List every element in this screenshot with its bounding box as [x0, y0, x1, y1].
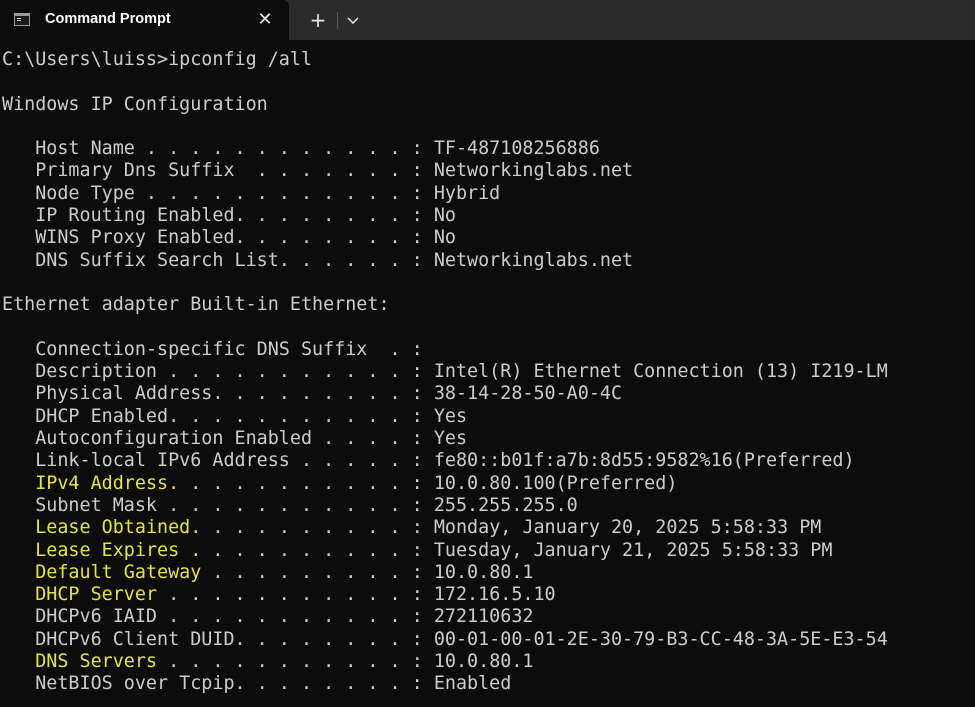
terminal-line: Autoconfiguration Enabled . . . . : Yes — [2, 428, 975, 450]
field-value: : Intel(R) Ethernet Connection (13) I219… — [411, 361, 888, 383]
terminal-line: DHCPv6 Client DUID. . . . . . . . : 00-0… — [2, 629, 975, 651]
field-value: : Tuesday, January 21, 2025 5:58:33 PM — [411, 539, 833, 561]
terminal-text: Ethernet adapter Built-in Ethernet: — [2, 294, 390, 316]
field-value: : 272110632 — [411, 606, 534, 628]
field-value: : — [411, 338, 423, 360]
field-value: : Networkinglabs.net — [411, 249, 634, 271]
close-icon[interactable]: ✕ — [251, 6, 279, 34]
terminal-line: Lease Expires . . . . . . . . . . : Tues… — [2, 540, 975, 562]
terminal-line: NetBIOS over Tcpip. . . . . . . . : Enab… — [2, 673, 975, 695]
field-value: : Hybrid — [411, 182, 501, 204]
terminal-line: WINS Proxy Enabled. . . . . . . . : No — [2, 227, 975, 249]
highlighted-label: Lease Expires . — [35, 539, 202, 561]
field-value: : Yes — [411, 428, 468, 450]
terminal-line: Windows IP Configuration — [2, 94, 975, 116]
terminal-text: Windows IP Configuration — [2, 93, 268, 115]
field-label: Primary Dns Suffix . . . . . . . — [2, 160, 412, 182]
field-label: Autoconfiguration Enabled . . . . — [2, 428, 412, 450]
terminal-line: Connection-specific DNS Suffix . : — [2, 339, 975, 361]
field-label: WINS Proxy Enabled. . . . . . . . — [2, 227, 412, 249]
terminal-text: C:\Users\luiss>ipconfig /all — [2, 49, 313, 70]
highlighted-label: Lease Obtained. — [35, 517, 202, 539]
highlighted-label: DHCP Server — [35, 584, 158, 606]
terminal-line: Lease Obtained. . . . . . . . . . : Mond… — [2, 517, 975, 539]
field-value: : 38-14-28-50-A0-4C — [411, 383, 623, 405]
highlighted-label: IPv4 Address. — [35, 472, 180, 494]
field-value: : Monday, January 20, 2025 5:58:33 PM — [411, 517, 822, 539]
terminal-line: Primary Dns Suffix . . . . . . . : Netwo… — [2, 160, 975, 182]
field-label: Link-local IPv6 Address . . . . . — [2, 450, 412, 472]
field-label: Connection-specific DNS Suffix . — [2, 338, 412, 360]
field-value: : 10.0.80.100(Preferred) — [411, 472, 678, 494]
field-label: . . . . . . . . . — [201, 517, 412, 539]
terminal-line: Ethernet adapter Built-in Ethernet: — [2, 294, 975, 316]
field-label: DHCP Enabled. . . . . . . . . . . — [2, 405, 412, 427]
field-value: : 10.0.80.1 — [411, 561, 534, 583]
title-bar[interactable]: Command Prompt ✕ + — [0, 0, 975, 40]
field-label: Subnet Mask . . . . . . . . . . . — [2, 494, 412, 516]
field-label: . . . . . . . . . . — [179, 472, 412, 494]
field-label: Description . . . . . . . . . . . — [2, 361, 412, 383]
terminal-line: C:\Users\luiss>ipconfig /all — [2, 49, 975, 71]
field-value: : No — [411, 227, 456, 249]
field-label: Physical Address. . . . . . . . . — [2, 383, 412, 405]
terminal-line: IPv4 Address. . . . . . . . . . . : 10.0… — [2, 473, 975, 495]
terminal-line: Physical Address. . . . . . . . . : 38-1… — [2, 383, 975, 405]
field-value: : 172.16.5.10 — [411, 584, 556, 606]
field-value: : Yes — [411, 405, 468, 427]
terminal-line: Node Type . . . . . . . . . . . . : Hybr… — [2, 183, 975, 205]
terminal-line: DHCP Enabled. . . . . . . . . . . : Yes — [2, 406, 975, 428]
terminal-line: Description . . . . . . . . . . . : Inte… — [2, 361, 975, 383]
field-value: : 00-01-00-01-2E-30-79-B3-CC-48-3A-5E-E3… — [411, 628, 888, 650]
field-label: . . . . . . . . . — [201, 561, 412, 583]
field-value: : fe80::b01f:a7b:8d55:9582%16(Preferred) — [411, 450, 855, 472]
terminal-line: Host Name . . . . . . . . . . . . : TF-4… — [2, 138, 975, 160]
field-label: Node Type . . . . . . . . . . . . — [2, 182, 412, 204]
terminal-line: DNS Servers . . . . . . . . . . . : 10.0… — [2, 651, 975, 673]
toolbar-divider — [337, 12, 338, 29]
field-value: : No — [411, 205, 456, 227]
field-label: . . . . . . . . . — [201, 539, 412, 561]
chevron-down-icon[interactable] — [341, 6, 365, 34]
field-label: . . . . . . . . . . . — [157, 584, 412, 606]
field-value: : 255.255.255.0 — [411, 494, 578, 516]
field-value: : Networkinglabs.net — [411, 160, 634, 182]
field-value: : Enabled — [411, 673, 512, 695]
terminal-window: Command Prompt ✕ + C:\Users\luiss>ipconf… — [0, 0, 975, 707]
field-value: : 10.0.80.1 — [411, 651, 534, 673]
terminal-line: Default Gateway . . . . . . . . . : 10.0… — [2, 562, 975, 584]
field-label: IP Routing Enabled. . . . . . . . — [2, 205, 412, 227]
field-label: NetBIOS over Tcpip. . . . . . . . — [2, 673, 412, 695]
terminal-line: Link-local IPv6 Address . . . . . : fe80… — [2, 450, 975, 472]
field-label: Host Name . . . . . . . . . . . . — [2, 138, 412, 160]
field-label: . . . . . . . . . . . — [157, 651, 412, 673]
terminal-line: DNS Suffix Search List. . . . . . : Netw… — [2, 250, 975, 272]
terminal-line: Subnet Mask . . . . . . . . . . . : 255.… — [2, 495, 975, 517]
terminal-line: DHCPv6 IAID . . . . . . . . . . . : 2721… — [2, 606, 975, 628]
field-label: DHCPv6 Client DUID. . . . . . . . — [2, 628, 412, 650]
terminal-output[interactable]: C:\Users\luiss>ipconfig /all Windows IP C… — [2, 49, 975, 707]
field-value: : TF-487108256886 — [411, 138, 600, 160]
terminal-line: DHCP Server . . . . . . . . . . . : 172.… — [2, 584, 975, 606]
tab-command-prompt[interactable]: Command Prompt ✕ — [0, 0, 289, 40]
plus-icon[interactable]: + — [304, 6, 332, 34]
terminal-line: IP Routing Enabled. . . . . . . . : No — [2, 205, 975, 227]
tab-title: Command Prompt — [45, 11, 171, 27]
command-prompt-icon — [14, 13, 30, 26]
field-label: DHCPv6 IAID . . . . . . . . . . . — [2, 606, 412, 628]
field-label: DNS Suffix Search List. . . . . . — [2, 249, 412, 271]
highlighted-label: DNS Servers — [35, 651, 158, 673]
highlighted-label: Default Gateway — [35, 561, 202, 583]
